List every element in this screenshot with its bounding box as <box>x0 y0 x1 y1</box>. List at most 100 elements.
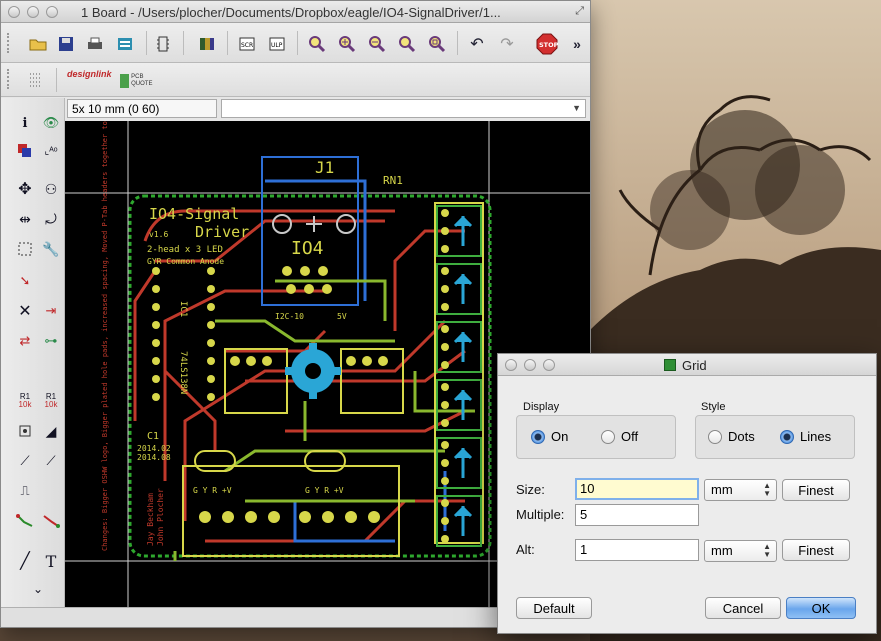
stop-icon[interactable]: STOP <box>536 33 558 55</box>
close-window-button[interactable] <box>8 6 20 18</box>
multiple-label: Multiple: <box>516 507 565 522</box>
dialog-minimize-button[interactable] <box>524 359 536 371</box>
designlink-label: designlink <box>67 69 112 79</box>
optimize-icon[interactable]: ⟋ <box>14 450 36 472</box>
pcb-quote-button[interactable]: PCB QUOTE <box>120 71 158 91</box>
zoom-in-icon[interactable] <box>337 35 357 53</box>
paste-icon[interactable]: ➘ <box>14 270 36 292</box>
header-a-label: G Y R +V <box>193 486 232 495</box>
move-icon[interactable]: ✥ <box>14 178 36 200</box>
delete-icon[interactable]: ✕ <box>14 300 36 322</box>
io4-label: IO4 <box>291 238 324 259</box>
dialog-title: Grid <box>682 358 707 373</box>
style-lines-radio[interactable]: Lines <box>780 429 831 444</box>
library-icon[interactable] <box>197 35 217 53</box>
command-bar: 5x 10 mm (0 60) ▼ <box>65 98 590 120</box>
text-icon[interactable]: T <box>40 550 62 572</box>
i2c-label: I2C-10 <box>275 312 304 321</box>
style-lines-label: Lines <box>800 429 832 444</box>
grid-toggle-icon[interactable] <box>26 71 46 89</box>
ripup-icon[interactable]: ⎍ <box>14 480 36 502</box>
designlink-button[interactable]: designlink <box>67 69 113 91</box>
board-title2-label: Driver <box>195 223 249 241</box>
zoom-window-button[interactable] <box>46 6 58 18</box>
mirror-icon[interactable]: ⇹ <box>14 208 36 230</box>
date2-label: 2014.08 <box>137 453 171 462</box>
alt-label: Alt: <box>516 542 535 557</box>
alt-unit-select[interactable]: mm ▲ ▼ <box>704 540 777 562</box>
style-dots-radio[interactable]: Dots <box>708 429 755 444</box>
command-input[interactable]: ▼ <box>221 99 586 118</box>
multiple-field[interactable]: 5 <box>575 504 699 526</box>
replace-icon[interactable]: ⇄ <box>14 330 36 352</box>
info-icon[interactable]: i <box>14 112 36 134</box>
wire-icon[interactable] <box>14 510 36 532</box>
add-icon[interactable]: ⇥ <box>40 300 62 322</box>
default-button[interactable]: Default <box>516 597 592 619</box>
name-icon[interactable]: ⊶ <box>40 330 62 352</box>
open-icon[interactable] <box>28 35 48 53</box>
toolbar-separator <box>146 31 147 55</box>
version-label: v1.6 <box>149 230 168 239</box>
zoom-redraw-icon[interactable] <box>397 35 417 53</box>
dialog-close-button[interactable] <box>505 359 517 371</box>
zoom-select-icon[interactable] <box>427 35 447 53</box>
alt-field[interactable]: 1 <box>575 539 699 561</box>
mark-icon[interactable]: ⌞ᴬᵒ <box>40 140 62 162</box>
display-layers-icon[interactable] <box>14 140 36 162</box>
change-icon[interactable]: 🔧 <box>40 238 62 260</box>
toolbar-separator <box>227 31 228 55</box>
radio-unselected-icon <box>708 429 722 444</box>
window-titlebar[interactable]: 1 Board - /Users/plocher/Documents/Dropb… <box>1 1 590 23</box>
size-unit-value: mm <box>711 482 733 497</box>
alt-finest-button[interactable]: Finest <box>782 539 850 561</box>
ulp-icon[interactable]: ULP <box>267 35 287 53</box>
display-on-radio[interactable]: On <box>531 429 568 444</box>
rotate-icon[interactable]: ⤾ <box>40 208 62 230</box>
size-unit-select[interactable]: mm ▲ ▼ <box>704 479 777 501</box>
ok-button[interactable]: OK <box>786 597 856 619</box>
display-off-radio[interactable]: Off <box>601 429 638 444</box>
dialog-zoom-button[interactable] <box>543 359 555 371</box>
size-field[interactable]: 10 <box>575 478 699 500</box>
signal-icon[interactable] <box>40 510 62 532</box>
split-icon[interactable] <box>14 420 36 442</box>
header-b-label: G Y R +V <box>305 486 344 495</box>
toolbar-grip[interactable] <box>7 33 11 53</box>
line-icon[interactable]: ╱ <box>14 550 36 572</box>
toolbar-more-icon[interactable]: » <box>567 35 587 53</box>
display-group-label: Display <box>523 401 560 413</box>
zoom-fit-icon[interactable] <box>307 35 327 53</box>
route-icon[interactable]: ⟋ <box>40 450 62 472</box>
pcb-quote-icon <box>120 74 130 88</box>
display-on-label: On <box>551 429 569 444</box>
redo-icon[interactable]: ↷ <box>497 35 517 53</box>
toolbar-separator <box>457 31 458 55</box>
group-icon[interactable] <box>14 238 36 260</box>
size-finest-button[interactable]: Finest <box>782 479 850 501</box>
credit2-label: John Plocher <box>156 488 165 546</box>
smash-icon[interactable]: R1 10k <box>40 390 62 412</box>
save-icon[interactable] <box>56 35 76 53</box>
style-dots-label: Dots <box>728 429 755 444</box>
show-icon[interactable]: 👁 <box>40 112 62 134</box>
dialog-titlebar[interactable]: Grid <box>498 354 876 376</box>
minimize-window-button[interactable] <box>27 6 39 18</box>
alt-unit-value: mm <box>711 543 733 558</box>
zoom-out-icon[interactable] <box>367 35 387 53</box>
cam-icon[interactable] <box>115 35 135 53</box>
cancel-button[interactable]: Cancel <box>705 597 781 619</box>
miter-icon[interactable]: ◢ <box>40 420 62 442</box>
radio-selected-icon <box>531 429 545 444</box>
radio-unselected-icon <box>601 429 615 444</box>
value-icon[interactable]: R1 10k <box>14 390 36 412</box>
copy-icon[interactable]: ⚇ <box>40 178 62 200</box>
undo-icon[interactable]: ↶ <box>467 35 487 53</box>
toolbar-grip[interactable] <box>7 69 11 89</box>
print-icon[interactable] <box>85 35 105 53</box>
board-schematic-icon[interactable] <box>153 35 173 53</box>
chevron-down-icon[interactable]: ▼ <box>572 103 581 113</box>
fullscreen-icon[interactable]: ⤢ <box>575 5 584 18</box>
script-icon[interactable]: SCR <box>237 35 257 53</box>
more-tools-icon[interactable]: ⌄ <box>27 578 49 600</box>
